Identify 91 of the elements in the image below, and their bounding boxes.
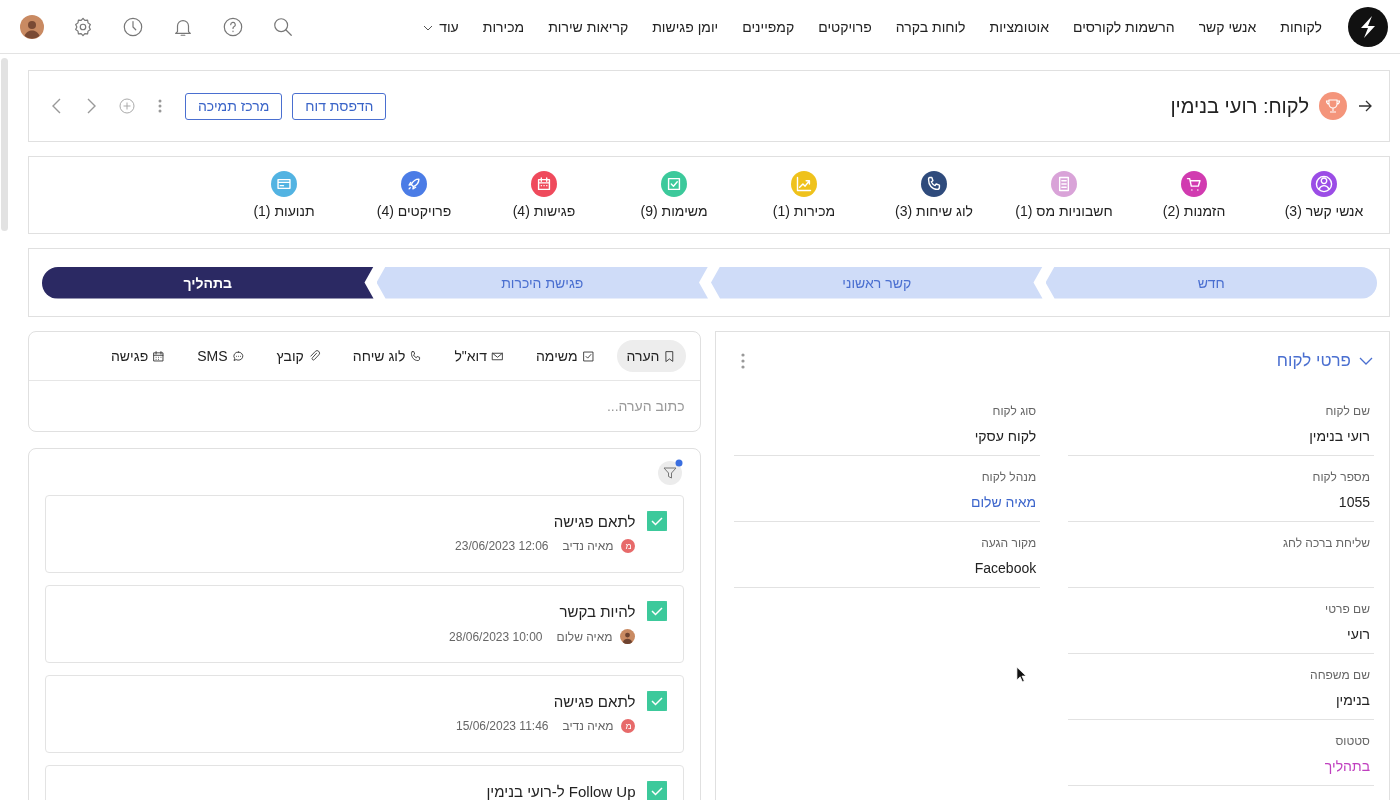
outline-button[interactable]: הדפסת דוח: [292, 92, 387, 120]
related-tab[interactable]: חשבוניות מס (1): [999, 171, 1129, 219]
note-input[interactable]: כתוב הערה...: [29, 381, 701, 431]
composer-tab[interactable]: דוא"ל: [444, 340, 514, 372]
field-label: שם לקוח: [1324, 404, 1370, 418]
nav-link[interactable]: לוחות בקרה: [883, 18, 978, 35]
mouse-cursor-icon: [1016, 666, 1028, 683]
page-title: לקוח: רועי בנימין: [1170, 94, 1309, 118]
checkbox-icon: [581, 349, 595, 363]
kebab-menu-icon[interactable]: [157, 98, 163, 114]
nav-link[interactable]: קמפיינים: [730, 18, 807, 35]
filter-icon[interactable]: [658, 459, 685, 485]
task-date: 15/06/2023 11:46: [455, 719, 549, 733]
field-label: סוג לקוח: [991, 404, 1037, 418]
logo-icon[interactable]: [1348, 6, 1388, 47]
phone-icon: [409, 349, 423, 363]
user-avatar: מ: [621, 539, 636, 553]
composer-tab[interactable]: לוג שיחה: [342, 340, 433, 372]
caret-icon: [423, 25, 434, 31]
nav-link[interactable]: אוטומציות: [977, 18, 1061, 35]
field-label: מנהל לקוח: [980, 470, 1037, 484]
checkbox-icon[interactable]: [647, 691, 668, 711]
task-user: מאיה נדיב: [562, 539, 614, 553]
task-title: לתאם פגישה: [553, 512, 636, 530]
help-icon[interactable]: [222, 15, 244, 38]
field-value: לקוח עסקי: [973, 428, 1037, 444]
nav-link[interactable]: יומן פגישות: [640, 18, 731, 35]
field-label: סטטוס: [1334, 734, 1370, 748]
related-tab[interactable]: תנועות (1): [219, 171, 349, 219]
field-label: שם משפחה: [1309, 668, 1370, 682]
composer-tab[interactable]: משימה: [525, 340, 605, 372]
nav-link[interactable]: לקוחות: [1268, 18, 1334, 35]
task-title: להיות בקשר: [559, 602, 636, 620]
nav-link[interactable]: אנשי קשר: [1186, 18, 1269, 35]
more-menu[interactable]: עוד: [411, 18, 471, 35]
composer-tab[interactable]: SMS: [187, 340, 255, 372]
pipeline-stage[interactable]: בתהליך: [42, 266, 374, 299]
related-tab[interactable]: הזמנות (2): [1129, 171, 1259, 219]
task-title: Follow Up ל-רועי בנימין: [486, 782, 636, 800]
field-value: Facebook: [973, 560, 1037, 576]
nav-link[interactable]: פרויקטים: [806, 18, 884, 35]
add-icon[interactable]: [119, 98, 135, 114]
nav-link[interactable]: קריאות שירות: [536, 18, 641, 35]
related-tab[interactable]: פגישות (4): [479, 171, 609, 219]
field-value: בנימין: [1334, 692, 1370, 708]
calendar-icon: [152, 349, 166, 363]
field-value: 1055: [1337, 494, 1370, 510]
user-avatar: מ: [621, 719, 636, 733]
field-label: מקור הגעה: [980, 536, 1037, 550]
related-tab[interactable]: אנשי קשר (3): [1259, 171, 1389, 219]
settings-icon[interactable]: [72, 15, 94, 38]
search-icon[interactable]: [272, 15, 294, 38]
composer-tab[interactable]: פגישה: [101, 340, 176, 372]
task-card[interactable]: Follow Up ל-רועי בנימין: [45, 765, 685, 800]
related-tab[interactable]: לוג שיחות (3): [869, 171, 999, 219]
paperclip-icon: [307, 349, 321, 363]
task-user: מאיה נדיב: [562, 719, 614, 733]
field-value: רועי בנימין: [1308, 428, 1370, 444]
task-date: 28/06/2023 10:00: [449, 629, 543, 644]
composer-tab[interactable]: קובץ: [266, 340, 331, 372]
chevron-left-icon[interactable]: [51, 97, 63, 115]
task-date: 23/06/2023 12:06: [455, 539, 549, 553]
section-toggle[interactable]: פרטי לקוח: [1276, 351, 1373, 371]
related-tab[interactable]: משימות (9): [609, 171, 739, 219]
scrollbar-thumb[interactable]: [1, 58, 8, 231]
back-arrow-icon[interactable]: [1357, 98, 1373, 114]
field-value: בתהליך: [1323, 758, 1370, 774]
user-avatar: [620, 629, 636, 644]
checkbox-icon[interactable]: [647, 511, 668, 531]
task-title: לתאם פגישה: [553, 692, 636, 710]
nav-link[interactable]: הרשמות לקורסים: [1060, 18, 1187, 35]
kebab-menu-icon[interactable]: [740, 352, 747, 370]
field-label: שם פרטי: [1324, 602, 1370, 616]
chevron-icon: [1359, 357, 1373, 365]
task-user: מאיה שלום: [556, 629, 613, 644]
field-label: מספר לקוח: [1311, 470, 1370, 484]
composer-tab[interactable]: הערה: [616, 340, 687, 372]
checkbox-icon[interactable]: [647, 601, 668, 621]
nav-link[interactable]: מכירות: [470, 18, 537, 35]
chevron-right-icon[interactable]: [85, 97, 97, 115]
clock-icon[interactable]: [122, 15, 144, 38]
chat-icon: [231, 349, 245, 363]
field-value: רועי: [1346, 626, 1370, 642]
outline-button[interactable]: מרכז תמיכה: [185, 92, 283, 120]
field-link[interactable]: מאיה שלום: [738, 494, 1037, 510]
field-label: שליחת ברכה לחג: [1281, 536, 1370, 550]
avatar-icon[interactable]: [20, 14, 44, 39]
related-tab[interactable]: מכירות (1): [739, 171, 869, 219]
trophy-icon: [1319, 92, 1347, 120]
related-tab[interactable]: פרויקטים (4): [349, 171, 479, 219]
checkbox-icon[interactable]: [647, 781, 668, 800]
